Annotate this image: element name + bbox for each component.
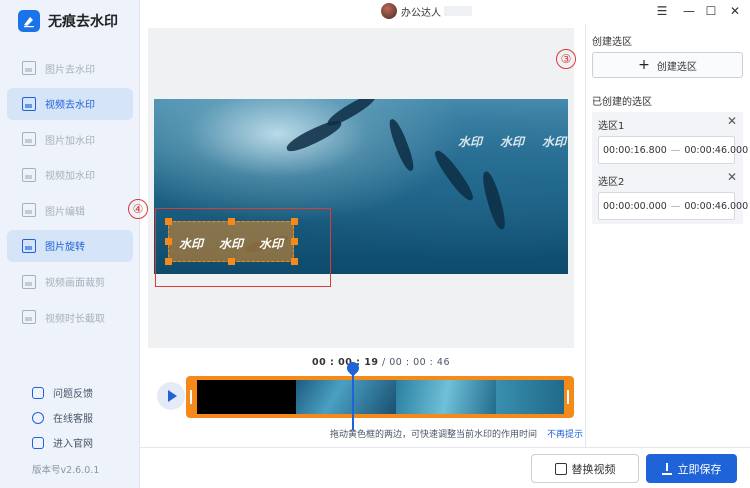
menu-icon[interactable]: ☰ [654, 3, 670, 19]
plus-icon: + [638, 57, 650, 73]
thumbnail-frame [296, 380, 396, 414]
image-icon [22, 61, 36, 75]
sidebar-item-video-crop[interactable]: 视频画面裁剪 [7, 266, 133, 298]
create-region-label: 创建选区 [656, 61, 697, 73]
watermark-text: 水印 [500, 135, 525, 149]
thumbnail-frame [396, 380, 496, 414]
dolphin-shape [479, 169, 509, 232]
region-end: 00:00:46.000 [684, 200, 749, 212]
sidebar: 无痕去水印 图片去水印 视频去水印 图片加水印 视频加水印 图片编辑 图片旋转 … [0, 0, 140, 488]
video-icon [22, 96, 36, 111]
replace-label: 替换视频 [571, 462, 616, 476]
sidebar-item-label: 视频画面裁剪 [45, 278, 105, 290]
edit-icon [22, 203, 36, 218]
app-title: 无痕去水印 [48, 14, 118, 30]
sidebar-item-image-edit[interactable]: 图片编辑 [7, 194, 133, 226]
sidebar-item-label: 视频时长截取 [45, 313, 105, 325]
annotation-frame-selection [155, 208, 331, 287]
online-service-link[interactable]: 在线客服 [32, 405, 93, 430]
right-panel [585, 24, 750, 447]
sidebar-links: 问题反馈 在线客服 进入官网 [32, 380, 93, 455]
sidebar-item-video-trim[interactable]: 视频时长截取 [7, 301, 133, 333]
save-label: 立即保存 [677, 462, 722, 476]
image-icon [22, 132, 36, 147]
user-name: 办公达人 [401, 7, 441, 19]
website-icon [32, 436, 44, 449]
region-end: 00:00:46.000 [684, 144, 749, 156]
sidebar-item-image-add-watermark[interactable]: 图片加水印 [7, 123, 133, 155]
play-button[interactable] [157, 382, 185, 410]
dismiss-hint-link[interactable]: 不再提示 [547, 430, 583, 440]
rotate-icon [22, 238, 36, 253]
thumbnail-frame [496, 380, 564, 414]
create-region-button[interactable]: + 创建选区 [592, 52, 743, 78]
trim-handle-left[interactable] [190, 390, 192, 404]
sidebar-item-label: 图片加水印 [45, 135, 95, 147]
sidebar-item-label: 视频加水印 [45, 171, 95, 183]
crop-icon [22, 274, 36, 289]
feedback-icon [32, 386, 44, 399]
annotation-number-4: ④ [128, 199, 148, 219]
timeline-thumbnails [197, 380, 564, 414]
download-icon [661, 462, 672, 475]
close-icon[interactable]: ✕ [727, 3, 743, 19]
region-time-range[interactable]: 00:00:00.000—00:00:46.000 [598, 192, 748, 220]
timeline-hint: 拖动黄色框的两边，可快速调整当前水印的作用时间 不再提示 [330, 427, 583, 440]
service-label: 在线客服 [53, 414, 93, 425]
trim-handle-right[interactable] [567, 390, 569, 404]
close-icon[interactable]: ✕ [727, 114, 737, 128]
trim-icon [22, 310, 36, 325]
region-start: 00:00:16.800 [603, 144, 667, 156]
total-time: 00 : 00 : 46 [389, 357, 450, 368]
create-region-title: 创建选区 [592, 37, 632, 48]
dolphin-shape [324, 99, 379, 129]
range-separator: — [670, 144, 681, 156]
time-display: 00 : 00 : 19 / 00 : 00 : 46 [312, 357, 450, 368]
region-start: 00:00:00.000 [603, 200, 667, 212]
current-time: 00 : 00 : 19 [312, 357, 379, 368]
feedback-label: 问题反馈 [53, 389, 93, 400]
sidebar-item-image-rotate[interactable]: 图片旋转 [7, 229, 133, 262]
sidebar-item-label: 图片旋转 [45, 242, 85, 254]
sidebar-item-video-remove-watermark[interactable]: 视频去水印 [7, 87, 133, 120]
replace-video-button[interactable]: 替换视频 [531, 454, 639, 483]
maximize-icon[interactable]: ☐ [703, 3, 719, 19]
feedback-link[interactable]: 问题反馈 [32, 380, 93, 405]
sidebar-item-label: 图片编辑 [45, 206, 85, 218]
time-separator: / [378, 357, 390, 368]
range-separator: — [670, 200, 681, 212]
dolphin-shape [386, 117, 417, 173]
video-icon [22, 167, 36, 182]
website-link[interactable]: 进入官网 [32, 430, 93, 455]
service-icon [32, 411, 44, 424]
sidebar-item-label: 图片去水印 [45, 64, 95, 76]
region-name: 选区2 [598, 177, 625, 188]
sidebar-item-label: 视频去水印 [45, 100, 95, 112]
region-name: 选区1 [598, 121, 625, 132]
avatar [381, 3, 397, 19]
hint-text: 拖动黄色框的两边，可快速调整当前水印的作用时间 [330, 430, 538, 440]
region-item[interactable]: 选区2 ✕ 00:00:00.000—00:00:46.000 [592, 168, 748, 224]
logo-icon [18, 10, 40, 32]
version-text: 版本号v2.6.0.1 [32, 465, 100, 476]
created-regions-title: 已创建的选区 [592, 97, 652, 108]
minimize-icon[interactable]: — [681, 3, 697, 19]
watermark-text: 水印 [458, 135, 483, 149]
watermark-text: 水印 [542, 135, 567, 149]
user-extra [444, 6, 472, 16]
playhead[interactable] [352, 368, 354, 430]
app-logo: 无痕去水印 [18, 10, 118, 32]
close-icon[interactable]: ✕ [727, 170, 737, 184]
user-info[interactable]: 办公达人 [381, 3, 472, 19]
region-item[interactable]: 选区1 ✕ 00:00:16.800—00:00:46.000 [592, 112, 748, 168]
dolphin-shape [431, 147, 477, 204]
sidebar-nav: 图片去水印 视频去水印 图片加水印 视频加水印 图片编辑 图片旋转 视频画面裁剪… [7, 52, 133, 337]
sidebar-item-image-remove-watermark[interactable]: 图片去水印 [7, 52, 133, 84]
region-time-range[interactable]: 00:00:16.800—00:00:46.000 [598, 136, 748, 164]
save-button[interactable]: 立即保存 [646, 454, 737, 483]
annotation-number-3: ③ [556, 49, 576, 69]
replace-icon [554, 462, 567, 475]
website-label: 进入官网 [53, 439, 93, 450]
sidebar-item-video-add-watermark[interactable]: 视频加水印 [7, 159, 133, 191]
